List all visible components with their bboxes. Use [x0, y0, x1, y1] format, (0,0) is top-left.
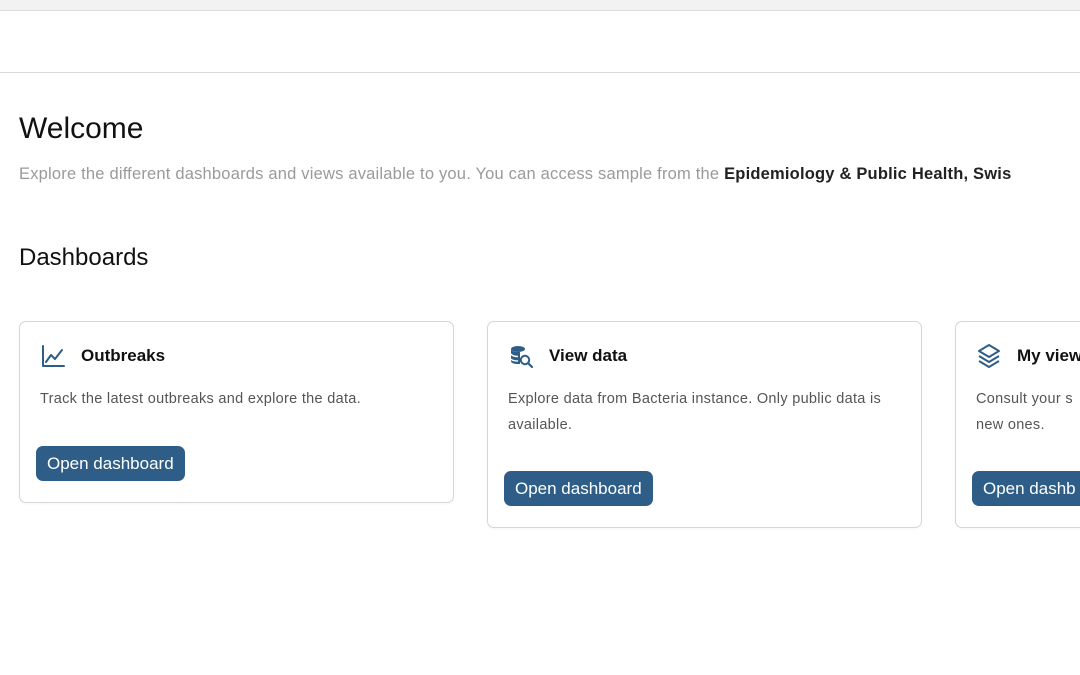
page-title: Welcome [19, 112, 144, 145]
card-header: Outbreaks [40, 342, 165, 370]
card-title: View data [549, 346, 628, 365]
page-subtitle: Explore the different dashboards and vie… [19, 165, 1011, 184]
open-dashboard-button-my-view[interactable]: Open dashb [972, 471, 1080, 506]
card-description: Track the latest outbreaks and explore t… [40, 391, 361, 407]
line-chart-icon [40, 343, 66, 369]
browser-top-strip [0, 0, 1080, 11]
dashboards-section-title: Dashboards [19, 244, 149, 271]
dashboard-card-view-data: View data Explore data from Bacteria ins… [487, 321, 922, 528]
subtitle-text: Explore the different dashboards and vie… [19, 165, 725, 183]
card-description: Explore data from Bacteria instance. Onl… [508, 391, 882, 433]
card-title: Outbreaks [81, 346, 166, 365]
dashboard-card-outbreaks: Outbreaks Track the latest outbreaks and… [19, 321, 454, 503]
database-search-icon [508, 343, 534, 369]
app-header [0, 11, 1080, 73]
layers-icon [976, 343, 1002, 369]
subtitle-org-name: Epidemiology & Public Health, Swis [724, 165, 1012, 183]
open-dashboard-button-view-data[interactable]: Open dashboard [504, 471, 653, 506]
card-title: My view [1017, 346, 1080, 365]
card-header: View data [508, 342, 627, 370]
open-dashboard-button-outbreaks[interactable]: Open dashboard [36, 446, 185, 481]
card-header: My view [976, 342, 1080, 370]
card-description: Consult your s new ones. [976, 391, 1073, 433]
dashboard-card-my-view: My view Consult your s new ones. Open da… [955, 321, 1080, 528]
